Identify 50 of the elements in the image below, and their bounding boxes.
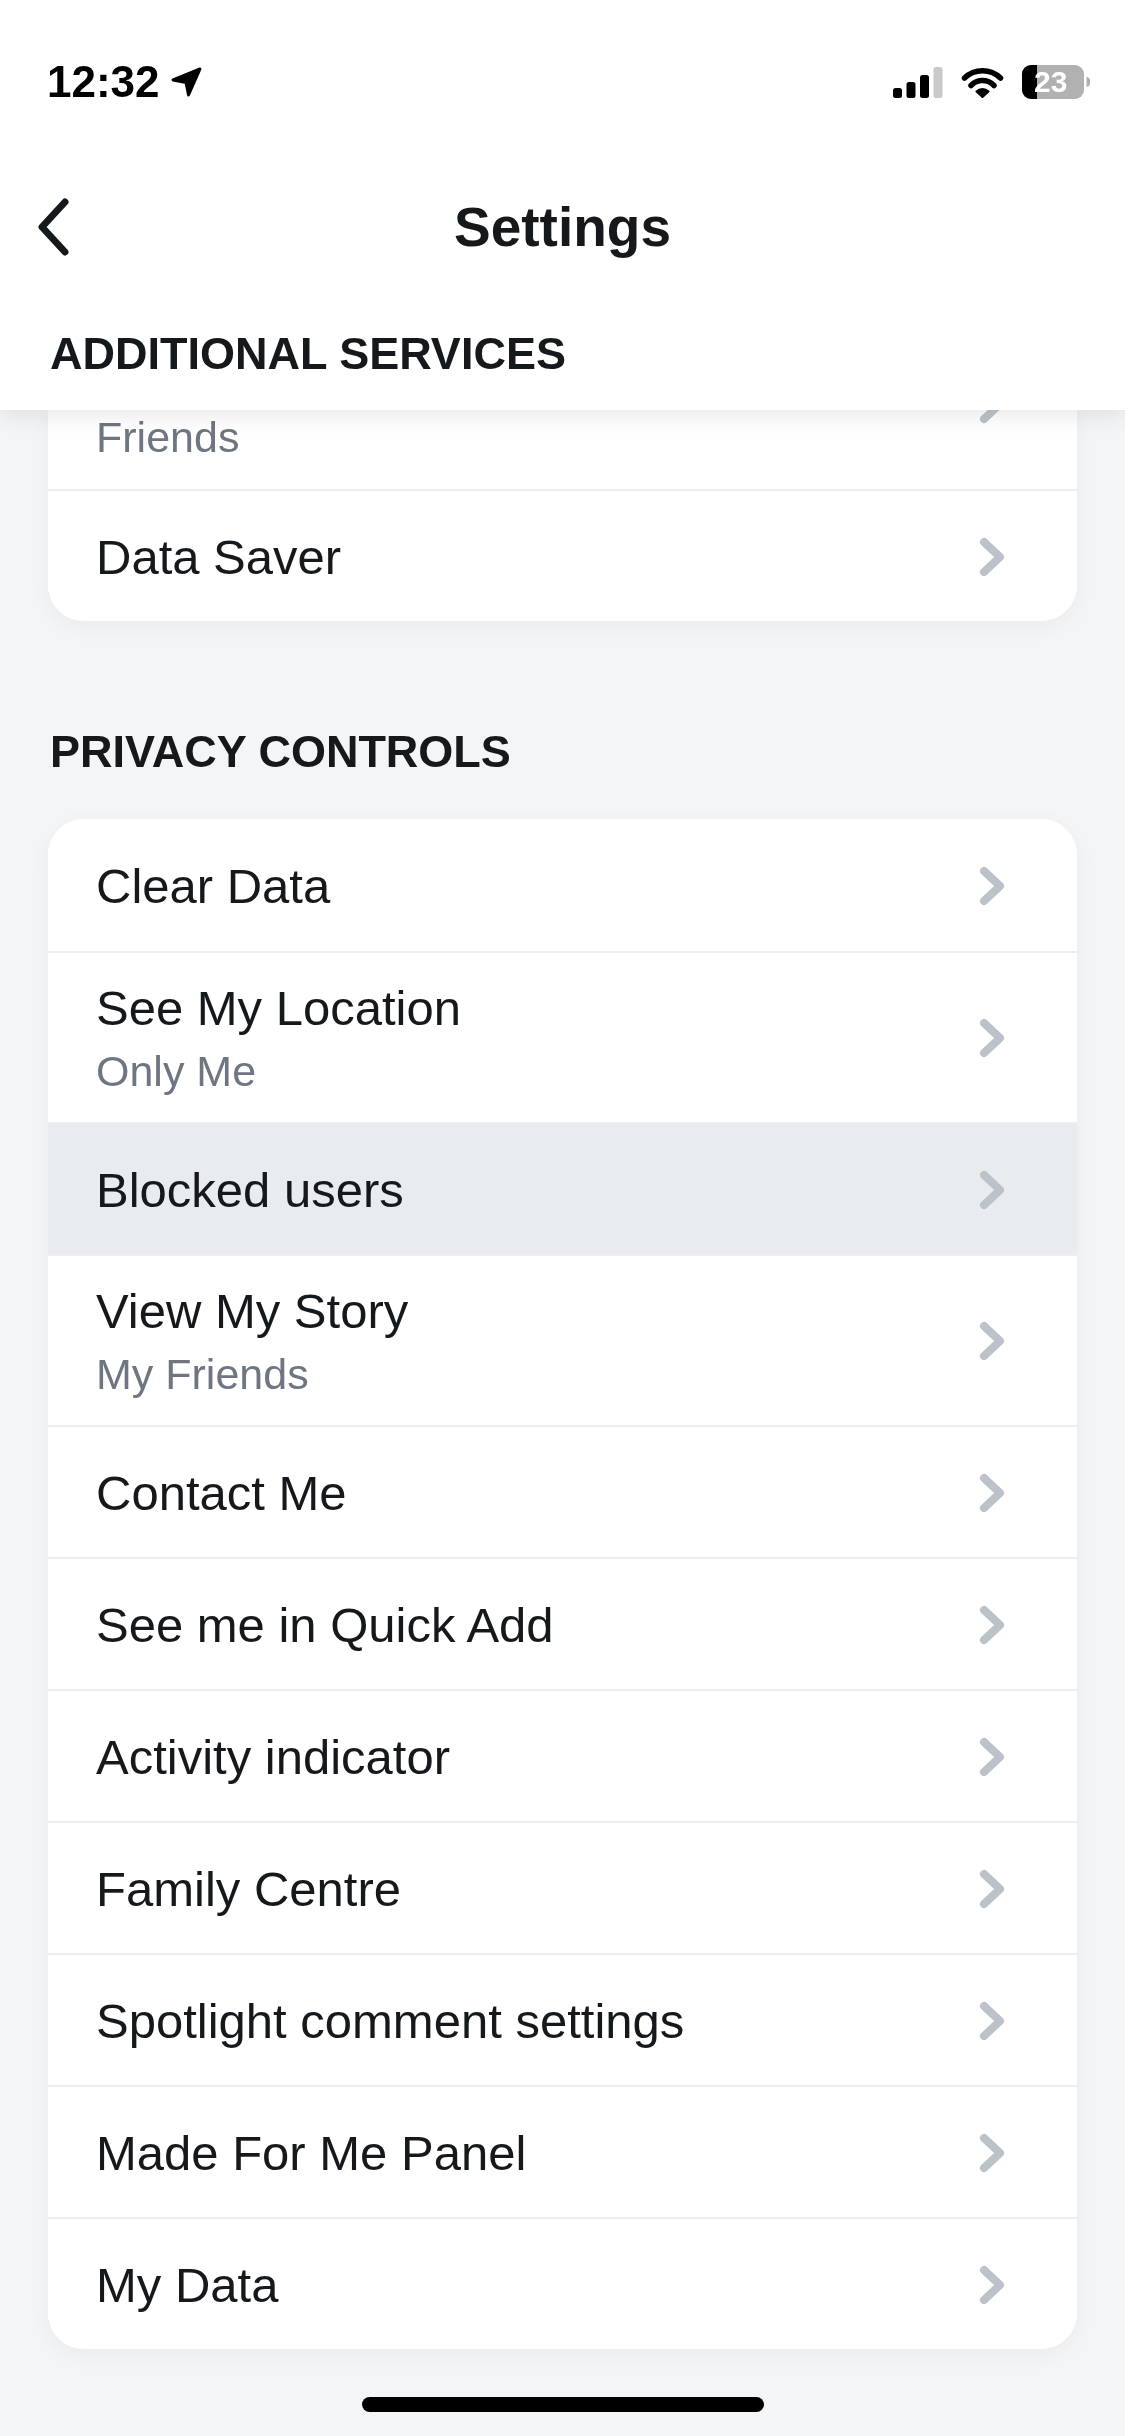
settings-row[interactable]: Contact Me <box>48 1425 1077 1557</box>
row-title: See me in Quick Add <box>96 1596 554 1654</box>
chevron-right-icon <box>979 1868 1006 1909</box>
row-title: Made For Me Panel <box>96 2124 527 2182</box>
signal-icon <box>893 66 943 98</box>
chevron-right-icon <box>979 1604 1006 1645</box>
chevron-right-icon <box>979 2132 1006 2173</box>
screen-title: Settings <box>454 195 671 260</box>
row-title: My Data <box>96 2256 279 2314</box>
chevron-right-icon <box>979 2264 1006 2305</box>
row-title: Data Saver <box>96 528 342 586</box>
row-title: Spotlight comment settings <box>96 1992 685 2050</box>
chevron-right-icon <box>979 865 1006 906</box>
chevron-right-icon <box>979 410 999 424</box>
chevron-right-icon <box>979 1169 1006 1210</box>
location-arrow-icon <box>169 66 203 98</box>
back-button[interactable] <box>36 198 70 256</box>
row-title: See My Location <box>96 980 461 1037</box>
settings-row[interactable]: Data Saver <box>48 489 1077 621</box>
section-heading: ADDITIONAL SERVICES <box>50 327 566 381</box>
settings-row[interactable]: My Data <box>48 2217 1077 2349</box>
chevron-right-icon <box>979 1472 1006 1513</box>
row-subtitle: Only Me <box>96 1046 257 1097</box>
chevron-right-icon <box>979 536 1006 577</box>
status-time: 12:32 <box>47 57 160 107</box>
row-title: Blocked users <box>96 1161 404 1219</box>
row-title: Clear Data <box>96 857 331 915</box>
row-title: Contact Me <box>96 1464 347 1522</box>
row-title: Activity indicator <box>96 1728 450 1786</box>
chevron-right-icon <box>979 1321 1006 1361</box>
settings-row[interactable]: Spotlight comment settings <box>48 1953 1077 2085</box>
settings-row[interactable]: View My Story My Friends <box>48 1254 1077 1425</box>
row-title: View My Story <box>96 1283 409 1340</box>
chevron-right-icon <box>979 1018 1006 1058</box>
settings-row[interactable]: Blocked users <box>48 1122 1077 1254</box>
row-title: Family Centre <box>96 1860 401 1918</box>
settings-row[interactable]: Activity indicator <box>48 1689 1077 1821</box>
row-subtitle: Friends <box>96 412 240 463</box>
chevron-right-icon <box>979 2000 1006 2041</box>
wifi-icon <box>961 66 1004 98</box>
section-heading: PRIVACY CONTROLS <box>50 726 511 777</box>
chevron-left-icon <box>36 198 70 256</box>
settings-row[interactable]: Clear Data <box>48 819 1077 951</box>
settings-row[interactable]: See My Location Only Me <box>48 951 1077 1122</box>
settings-row[interactable]: Family Centre <box>48 1821 1077 1953</box>
chevron-right-icon <box>979 1736 1006 1777</box>
row-subtitle: My Friends <box>96 1349 309 1400</box>
settings-row[interactable]: Made For Me Panel <box>48 2085 1077 2217</box>
settings-row[interactable]: See me in Quick Add <box>48 1557 1077 1689</box>
settings-row[interactable]: Friends <box>48 410 1077 489</box>
